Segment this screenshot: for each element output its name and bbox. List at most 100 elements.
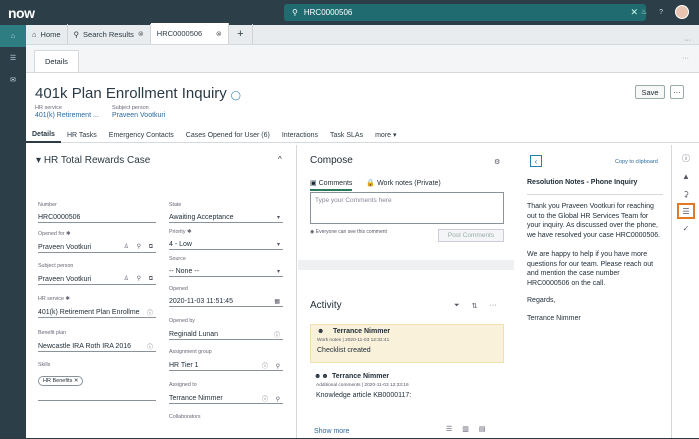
info-icon[interactable]: ⓘ [147,308,156,317]
global-search[interactable]: ⚲ HRC0000506 ✕ [284,4,646,21]
sort-icon[interactable]: ⇅ [472,302,478,310]
more-icon[interactable]: ··· [682,55,689,62]
field-value[interactable]: Praveen Vootkuri ♙ ⚲ ⧉ [38,274,156,285]
resolution-regards: Regards, [527,297,556,304]
skill-chip[interactable]: HR Benefits ✕ [38,376,84,386]
panel-view-icon[interactable]: ▤ [479,425,486,433]
record-tab[interactable]: more ▾ [369,127,402,143]
tab-work-notes[interactable]: 🔒 Work notes (Private) [366,179,440,191]
field-value[interactable]: 401(k) Retirement Plan Enrollme ⓘ [38,307,156,318]
field-value[interactable]: Newcastle IRA Roth IRA 2016 ⓘ [38,341,156,352]
resolution-panel: ‹ Copy to clipboard Resolution Notes - P… [516,145,671,438]
more-tabs-icon[interactable]: ··· [684,37,691,44]
clear-search-icon[interactable]: ✕ [630,7,638,18]
resolution-signature: Terrance Nimmer [527,315,581,322]
list-icon[interactable]: ☰ [0,47,26,69]
response-templates-icon[interactable]: ☰ [677,203,695,219]
record-tab[interactable]: Emergency Contacts [103,127,180,143]
close-icon[interactable]: ⊗ [216,30,222,38]
info-icon[interactable]: ⓘ [147,342,156,351]
filter-icon[interactable]: ⏷ [454,302,460,310]
paperclip-icon[interactable]: ⚳ [672,185,699,203]
add-tab-button[interactable]: + [229,24,253,44]
footer-tools: ☰ ▥ ▤ [446,425,486,433]
calendar-icon[interactable]: ▦ [274,298,283,305]
record-tab[interactable]: HR Tasks [61,127,103,143]
search-input[interactable]: HRC0000506 [304,8,352,17]
field-value[interactable]: 2020-11-03 11:51:45 ▦ [169,296,283,307]
more-icon[interactable]: ··· [489,302,496,310]
chevron-down-icon[interactable]: ▾ [277,241,283,248]
record-tab[interactable]: Task SLAs [324,127,369,143]
record-tab[interactable]: Cases Opened for User (6) [180,127,276,143]
field-value-text: Reginald Lunan [169,330,219,338]
show-more-link[interactable]: Show more [314,428,349,435]
checkmark-icon[interactable]: ✓ [672,219,699,237]
subject-person-link[interactable]: Praveen Vootkuri [112,112,165,119]
home-icon: ⌂ [32,29,37,39]
field-actions-icon[interactable]: ⓘ ⚲ [262,361,283,370]
settings-icon[interactable]: ⚙ [494,158,500,166]
now-logo[interactable]: now [8,5,35,21]
field-actions-icon[interactable]: ⓘ [274,330,283,339]
save-button[interactable]: Save [635,85,665,99]
chevron-down-icon[interactable]: ▾ [36,155,44,166]
field-value[interactable]: -- None -- ▾ [169,266,283,277]
tab-label: HRC0000506 [156,29,203,38]
field-value[interactable]: Praveen Vootkuri ♙ ⚲ ⧉ [38,242,156,253]
field-value[interactable]: Reginald Lunan ⓘ [169,329,283,340]
bell-icon[interactable]: ♨ [641,8,647,16]
field-value[interactable]: Awaiting Acceptance ▾ [169,212,283,223]
tab-record[interactable]: HRC0000506 ⊗ [150,23,229,44]
list-view-icon[interactable]: ☰ [446,425,452,433]
field-value-text: 401(k) Retirement Plan Enrollme [38,308,140,316]
field-label: Subject person [38,263,74,269]
tag-icon[interactable]: ◯ [231,90,241,100]
record-tab[interactable]: Details [26,127,61,143]
record-tab[interactable]: Interactions [276,127,324,143]
tab-details[interactable]: Details [34,50,79,72]
tab-home[interactable]: ⌂ Home [26,24,68,44]
chevron-up-icon[interactable]: ^ [278,155,282,164]
field-value-text: Terrance Nimmer [169,394,223,402]
field-value[interactable]: Terrance Nimmer ⓘ ⚲ [169,393,283,404]
field-actions-icon[interactable]: ⓘ ⚲ [262,394,283,403]
hr-service-link[interactable]: 401(k) Retirement ... [35,112,99,119]
chevron-down-icon[interactable]: ▾ [277,268,283,275]
field-actions-icon[interactable]: ♙ ⚲ ⧉ [124,243,156,251]
section-title-text: HR Total Rewards Case [43,155,151,166]
help-icon[interactable]: ? [659,9,663,16]
visibility-note: ◉ Everyone can see this comment [310,229,387,235]
graduation-cap-icon[interactable]: ▲ [672,167,699,185]
more-actions-button[interactable]: ··· [670,85,684,99]
entry-meta: Work notes | 2020-11-03 12:32:41 [317,338,390,343]
skills-underline [38,400,156,401]
field-value[interactable]: HRC0000506 [38,212,156,223]
comment-input[interactable]: Type your Comments here [310,192,504,224]
field-value-text: Praveen Vootkuri [38,275,92,283]
chevron-down-icon[interactable]: ▾ [277,214,283,221]
entry-body: Checklist created [317,347,371,354]
tab-search-results[interactable]: ⚲ Search Results ⊗ [68,24,151,44]
lock-icon: 🔒 [366,180,378,187]
tab-comments[interactable]: ▣ Comments [310,179,353,191]
field-actions-icon[interactable]: ♙ ⚲ ⧉ [124,275,156,283]
info-icon[interactable]: ⓘ [672,149,699,167]
copy-to-clipboard-link[interactable]: Copy to clipboard [615,159,658,165]
field-label: Benefit plan [38,330,66,336]
field-value-text: 2020-11-03 11:51:45 [169,297,233,305]
entry-author: Terrance Nimmer [332,373,390,380]
field-label: Skills [38,362,51,368]
field-label: Number [38,202,57,208]
entry-author: Terrance Nimmer [333,328,391,335]
compose-tabs: ▣ Comments 🔒 Work notes (Private) [310,179,441,191]
inbox-icon[interactable]: ✉ [0,69,26,91]
split-view-icon[interactable]: ▥ [462,425,469,433]
avatar[interactable] [675,5,689,19]
field-value[interactable]: 4 - Low ▾ [169,239,283,250]
field-value[interactable]: HR Tier 1 ⓘ ⚲ [169,360,283,371]
home-icon[interactable]: ⌂ [0,25,26,47]
close-icon[interactable]: ⊗ [138,30,144,38]
back-button[interactable]: ‹ [530,155,542,167]
post-comments-button[interactable]: Post Comments [438,229,504,242]
